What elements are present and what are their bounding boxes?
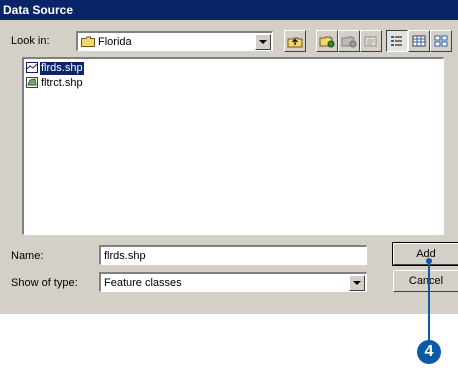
look-in-dropdown[interactable]: Florida bbox=[76, 31, 273, 51]
up-one-level-icon bbox=[287, 37, 303, 48]
name-field-value: flrds.shp bbox=[104, 250, 146, 262]
title-bar: Data Source bbox=[0, 0, 458, 20]
chevron-down-icon[interactable] bbox=[255, 34, 271, 50]
file-name: flrds.shp bbox=[40, 62, 84, 75]
name-label: Name: bbox=[11, 250, 44, 262]
thumbnails-view-button[interactable] bbox=[430, 30, 452, 52]
properties-icon bbox=[364, 36, 377, 47]
folder-icon bbox=[81, 36, 95, 47]
disconnect-folder-icon bbox=[341, 36, 357, 48]
list-view-icon bbox=[391, 36, 402, 46]
file-list[interactable]: flrds.shp fltrct.shp bbox=[22, 57, 444, 235]
file-name: fltrct.shp bbox=[41, 77, 83, 89]
connect-folder-button[interactable] bbox=[316, 30, 338, 52]
details-view-icon bbox=[412, 35, 426, 47]
window-title: Data Source bbox=[3, 3, 74, 17]
connect-folder-icon bbox=[319, 36, 335, 48]
show-of-type-value: Feature classes bbox=[104, 277, 182, 289]
data-source-dialog: Data Source Look in: Florida flrds.shp f… bbox=[0, 0, 458, 314]
list-view-button[interactable] bbox=[386, 30, 408, 52]
thumbnails-view-icon bbox=[434, 35, 448, 47]
disconnect-folder-button[interactable] bbox=[338, 30, 360, 52]
cancel-button[interactable]: Cancel bbox=[393, 270, 458, 292]
callout-badge: 4 bbox=[417, 340, 441, 364]
up-one-level-button[interactable] bbox=[284, 30, 306, 52]
line-shapefile-icon bbox=[26, 62, 38, 73]
look-in-label: Look in: bbox=[11, 35, 50, 47]
polygon-shapefile-icon bbox=[26, 77, 38, 88]
callout-line bbox=[428, 262, 430, 342]
show-of-type-dropdown[interactable]: Feature classes bbox=[99, 272, 367, 292]
look-in-value: Florida bbox=[98, 36, 132, 48]
show-of-type-label: Show of type: bbox=[11, 277, 78, 289]
details-view-button[interactable] bbox=[408, 30, 430, 52]
chevron-down-icon[interactable] bbox=[349, 275, 365, 291]
callout-dot bbox=[426, 258, 432, 264]
properties-button[interactable] bbox=[360, 30, 382, 52]
name-field[interactable]: flrds.shp bbox=[99, 245, 367, 265]
